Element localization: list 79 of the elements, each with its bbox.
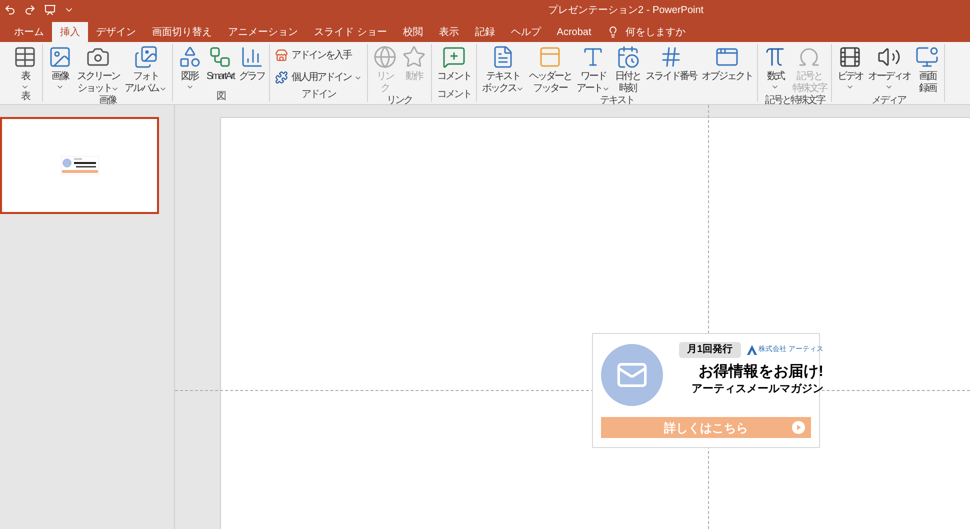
star-icon — [402, 45, 426, 69]
logo-icon — [746, 345, 757, 355]
ribbon-button[interactable]: フォト アルバム — [122, 44, 168, 95]
ribbon-tab[interactable]: スライド ショー — [306, 22, 395, 42]
ribbon-tab[interactable]: 挿入 — [52, 22, 88, 42]
ribbon-tab[interactable]: デザイン — [88, 22, 144, 42]
window-title: プレゼンテーション2 - PowerPoint — [548, 4, 704, 18]
caret-icon — [516, 85, 524, 93]
group-label: 図 — [216, 91, 226, 104]
ribbon-button[interactable]: アドインを入手 — [273, 46, 353, 66]
ribbon-button[interactable]: ヘッダーと フッター — [526, 44, 574, 95]
ribbon-button[interactable]: 個人用アドイン — [273, 68, 364, 88]
header-icon — [538, 45, 562, 69]
ribbon-tab[interactable]: 画面切り替え — [144, 22, 220, 42]
screen-record-icon — [915, 45, 940, 69]
lightbulb-icon — [607, 26, 620, 38]
ribbon-button[interactable]: スクリーン ショット — [75, 44, 122, 95]
comment-icon — [442, 45, 466, 69]
bar-chart-icon — [240, 45, 264, 69]
puzzle-icon — [275, 71, 288, 84]
image-icon — [48, 45, 72, 69]
group-label: 記号と特殊文字 — [765, 95, 825, 108]
ribbon-button[interactable]: グラフ — [236, 44, 266, 83]
caret-icon — [56, 83, 64, 91]
ribbon-tab[interactable]: 表示 — [430, 22, 467, 42]
tell-me-search[interactable]: 何をしますか — [625, 24, 686, 40]
group-label: コメント — [436, 89, 471, 102]
caret-icon — [111, 85, 120, 93]
ribbon-button[interactable]: 日付と 時刻 — [612, 44, 642, 95]
undo-icon[interactable] — [4, 4, 16, 16]
ribbon-button[interactable]: 画面 録画 — [913, 44, 942, 95]
ribbon-tab[interactable]: 記録 — [466, 22, 503, 42]
ribbon-button[interactable]: 図形 — [176, 44, 204, 91]
issue-badge: 月1回発行 — [679, 342, 741, 358]
caret-icon — [158, 85, 166, 93]
group-label: メディア — [871, 95, 906, 108]
headline: お得情報をお届け! — [698, 362, 824, 382]
ribbon-button[interactable]: ワード アート — [574, 44, 612, 95]
ribbon-tab[interactable]: ヘルプ — [502, 22, 549, 42]
group-label: アドイン — [302, 89, 336, 102]
play-icon — [792, 421, 805, 434]
ribbon-button[interactable]: スライド番号 — [643, 44, 698, 83]
store-icon — [275, 49, 288, 62]
group-label: 画像 — [98, 95, 116, 108]
ribbon-button[interactable]: コメント — [434, 44, 473, 83]
caret-icon — [846, 83, 854, 91]
slide-thumbnail[interactable] — [0, 117, 159, 214]
speaker-icon — [877, 45, 902, 69]
presenter-icon[interactable] — [44, 4, 56, 16]
ribbon-button[interactable]: オブジェクト — [699, 44, 754, 83]
photos-icon — [134, 45, 158, 69]
caret-icon — [21, 83, 29, 91]
caret-icon — [186, 83, 194, 91]
diagram-icon — [208, 45, 232, 69]
ribbon-tab[interactable]: アニメーション — [220, 22, 306, 42]
ribbon-tab[interactable]: ホーム — [6, 22, 52, 42]
ribbon-button[interactable]: 表 — [11, 44, 39, 91]
banner-thumbnail-drawing — [60, 156, 98, 175]
ribbon-button[interactable]: テキスト ボックス — [480, 44, 526, 95]
caret-icon — [771, 83, 780, 91]
ribbon-button[interactable]: SmartArt — [204, 44, 236, 83]
table-icon — [13, 45, 37, 69]
calendar-icon — [616, 45, 640, 69]
subtitle: アーティスメールマガジン — [692, 382, 824, 396]
globe-icon — [372, 45, 397, 69]
caret-icon — [885, 83, 894, 91]
ribbon-button[interactable]: オーディオ — [866, 44, 912, 91]
group-label: 表 — [20, 91, 30, 104]
group-label: テキスト — [600, 95, 634, 108]
ribbon-button[interactable]: ビデオ — [835, 44, 865, 91]
shapes-icon — [178, 45, 202, 69]
ribbon-button[interactable]: 画像 — [46, 44, 74, 91]
film-icon — [838, 45, 862, 69]
caret-icon — [602, 85, 610, 93]
group-label: リンク — [386, 95, 412, 108]
ribbon-tab[interactable]: Acrobat — [548, 22, 600, 42]
ribbon-tab[interactable]: 校閲 — [394, 22, 431, 42]
redo-icon[interactable] — [24, 4, 36, 16]
ribbon-button[interactable]: 数式 — [761, 44, 790, 91]
